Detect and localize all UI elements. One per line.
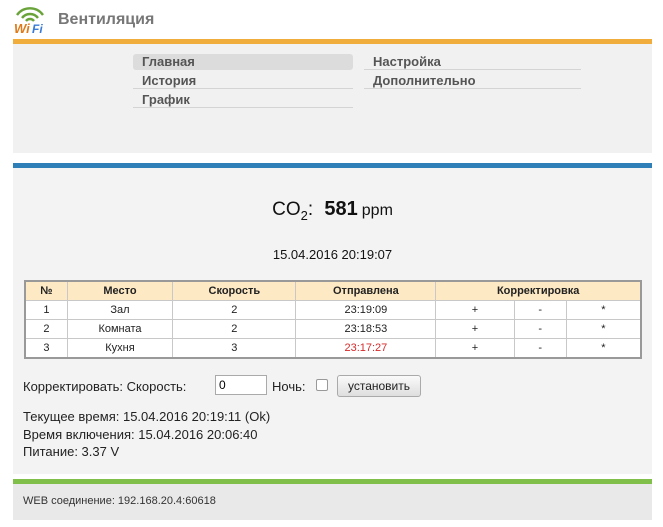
svg-text:Fi: Fi	[32, 22, 43, 34]
col-header-sent: Отправлена	[296, 282, 437, 301]
decrease-button[interactable]: -	[514, 301, 567, 320]
current-time: Текущее время: 15.04.2016 20:19:11 (Ok)	[23, 409, 271, 424]
nav-item-settings[interactable]: Настройка	[364, 54, 581, 70]
start-time: Время включения: 15.04.2016 20:06:40	[23, 426, 258, 442]
cell-sent: 23:18:53	[296, 320, 437, 339]
reset-button[interactable]: *	[567, 339, 640, 357]
reset-button[interactable]: *	[566, 301, 640, 320]
night-checkbox[interactable]	[316, 379, 328, 391]
co2-label: CO	[272, 199, 301, 220]
reading-datetime: 15.04.2016 20:19:07	[272, 247, 393, 262]
speed-input[interactable]	[215, 375, 267, 395]
cell-num: 1	[26, 301, 68, 320]
decrease-button[interactable]: -	[514, 320, 567, 339]
table-row: 1 Зал 2 23:19:09 + - *	[26, 301, 640, 320]
col-header-num: №	[26, 282, 68, 301]
reset-button[interactable]: *	[566, 320, 640, 339]
nav-item-graph[interactable]: График	[133, 92, 353, 108]
col-header-place: Место	[67, 282, 174, 301]
table-row: 3 Кухня 3 23:17:27 + - *	[26, 339, 640, 357]
app-header: Wi Fi Вентиляция	[0, 0, 663, 38]
web-connection: WEB соединение: 192.168.20.4:60618	[23, 495, 216, 507]
status-block: Текущее время: 15.04.2016 20:19:11 (Ok) …	[23, 408, 270, 461]
cell-place: Зал	[67, 301, 174, 320]
co2-value: 581	[324, 198, 358, 220]
cell-speed: 2	[173, 301, 297, 320]
cell-place: Кухня	[68, 339, 174, 357]
co2-colon: :	[307, 199, 314, 220]
cell-speed: 3	[173, 339, 297, 357]
cell-sent: 23:19:09	[296, 301, 437, 320]
correct-speed-label: Корректировать: Скорость:	[23, 379, 187, 394]
co2-reading: CO2: 581 ppm	[13, 198, 652, 223]
set-button[interactable]: установить	[337, 375, 421, 397]
footer-panel: WEB соединение: 192.168.20.4:60618	[13, 479, 652, 520]
co2-subscript: 2	[300, 207, 308, 223]
app-title: Вентиляция	[58, 11, 155, 28]
cell-num: 2	[26, 320, 68, 339]
night-label: Ночь:	[272, 379, 306, 394]
wifi-logo-icon: Wi Fi	[14, 7, 44, 34]
table-row: 2 Комната 2 23:18:53 + - *	[26, 320, 640, 339]
cell-num: 3	[26, 339, 68, 357]
co2-unit: ppm	[361, 202, 393, 219]
navigation-panel: Главная История График Настройка Дополни…	[13, 39, 652, 153]
increase-button[interactable]: +	[436, 339, 515, 357]
svg-text:Wi: Wi	[14, 21, 30, 34]
increase-button[interactable]: +	[436, 320, 515, 339]
col-header-correction: Корректировка	[436, 282, 640, 301]
nav-item-home[interactable]: Главная	[133, 54, 353, 70]
cell-place: Комната	[67, 320, 174, 339]
nav-item-advanced[interactable]: Дополнительно	[364, 73, 581, 89]
main-panel: CO2: 581 ppm 15.04.2016 20:19:07 № Место …	[13, 163, 652, 474]
power-voltage: Питание: 3.37 V	[23, 444, 120, 459]
sensor-table: № Место Скорость Отправлена Корректировк…	[24, 280, 642, 359]
cell-speed: 2	[173, 320, 297, 339]
cell-sent-late: 23:17:27	[296, 339, 437, 357]
increase-button[interactable]: +	[436, 301, 515, 320]
table-header-row: № Место Скорость Отправлена Корректировк…	[26, 282, 640, 301]
nav-item-history[interactable]: История	[133, 73, 353, 89]
decrease-button[interactable]: -	[515, 339, 567, 357]
col-header-speed: Скорость	[173, 282, 297, 301]
